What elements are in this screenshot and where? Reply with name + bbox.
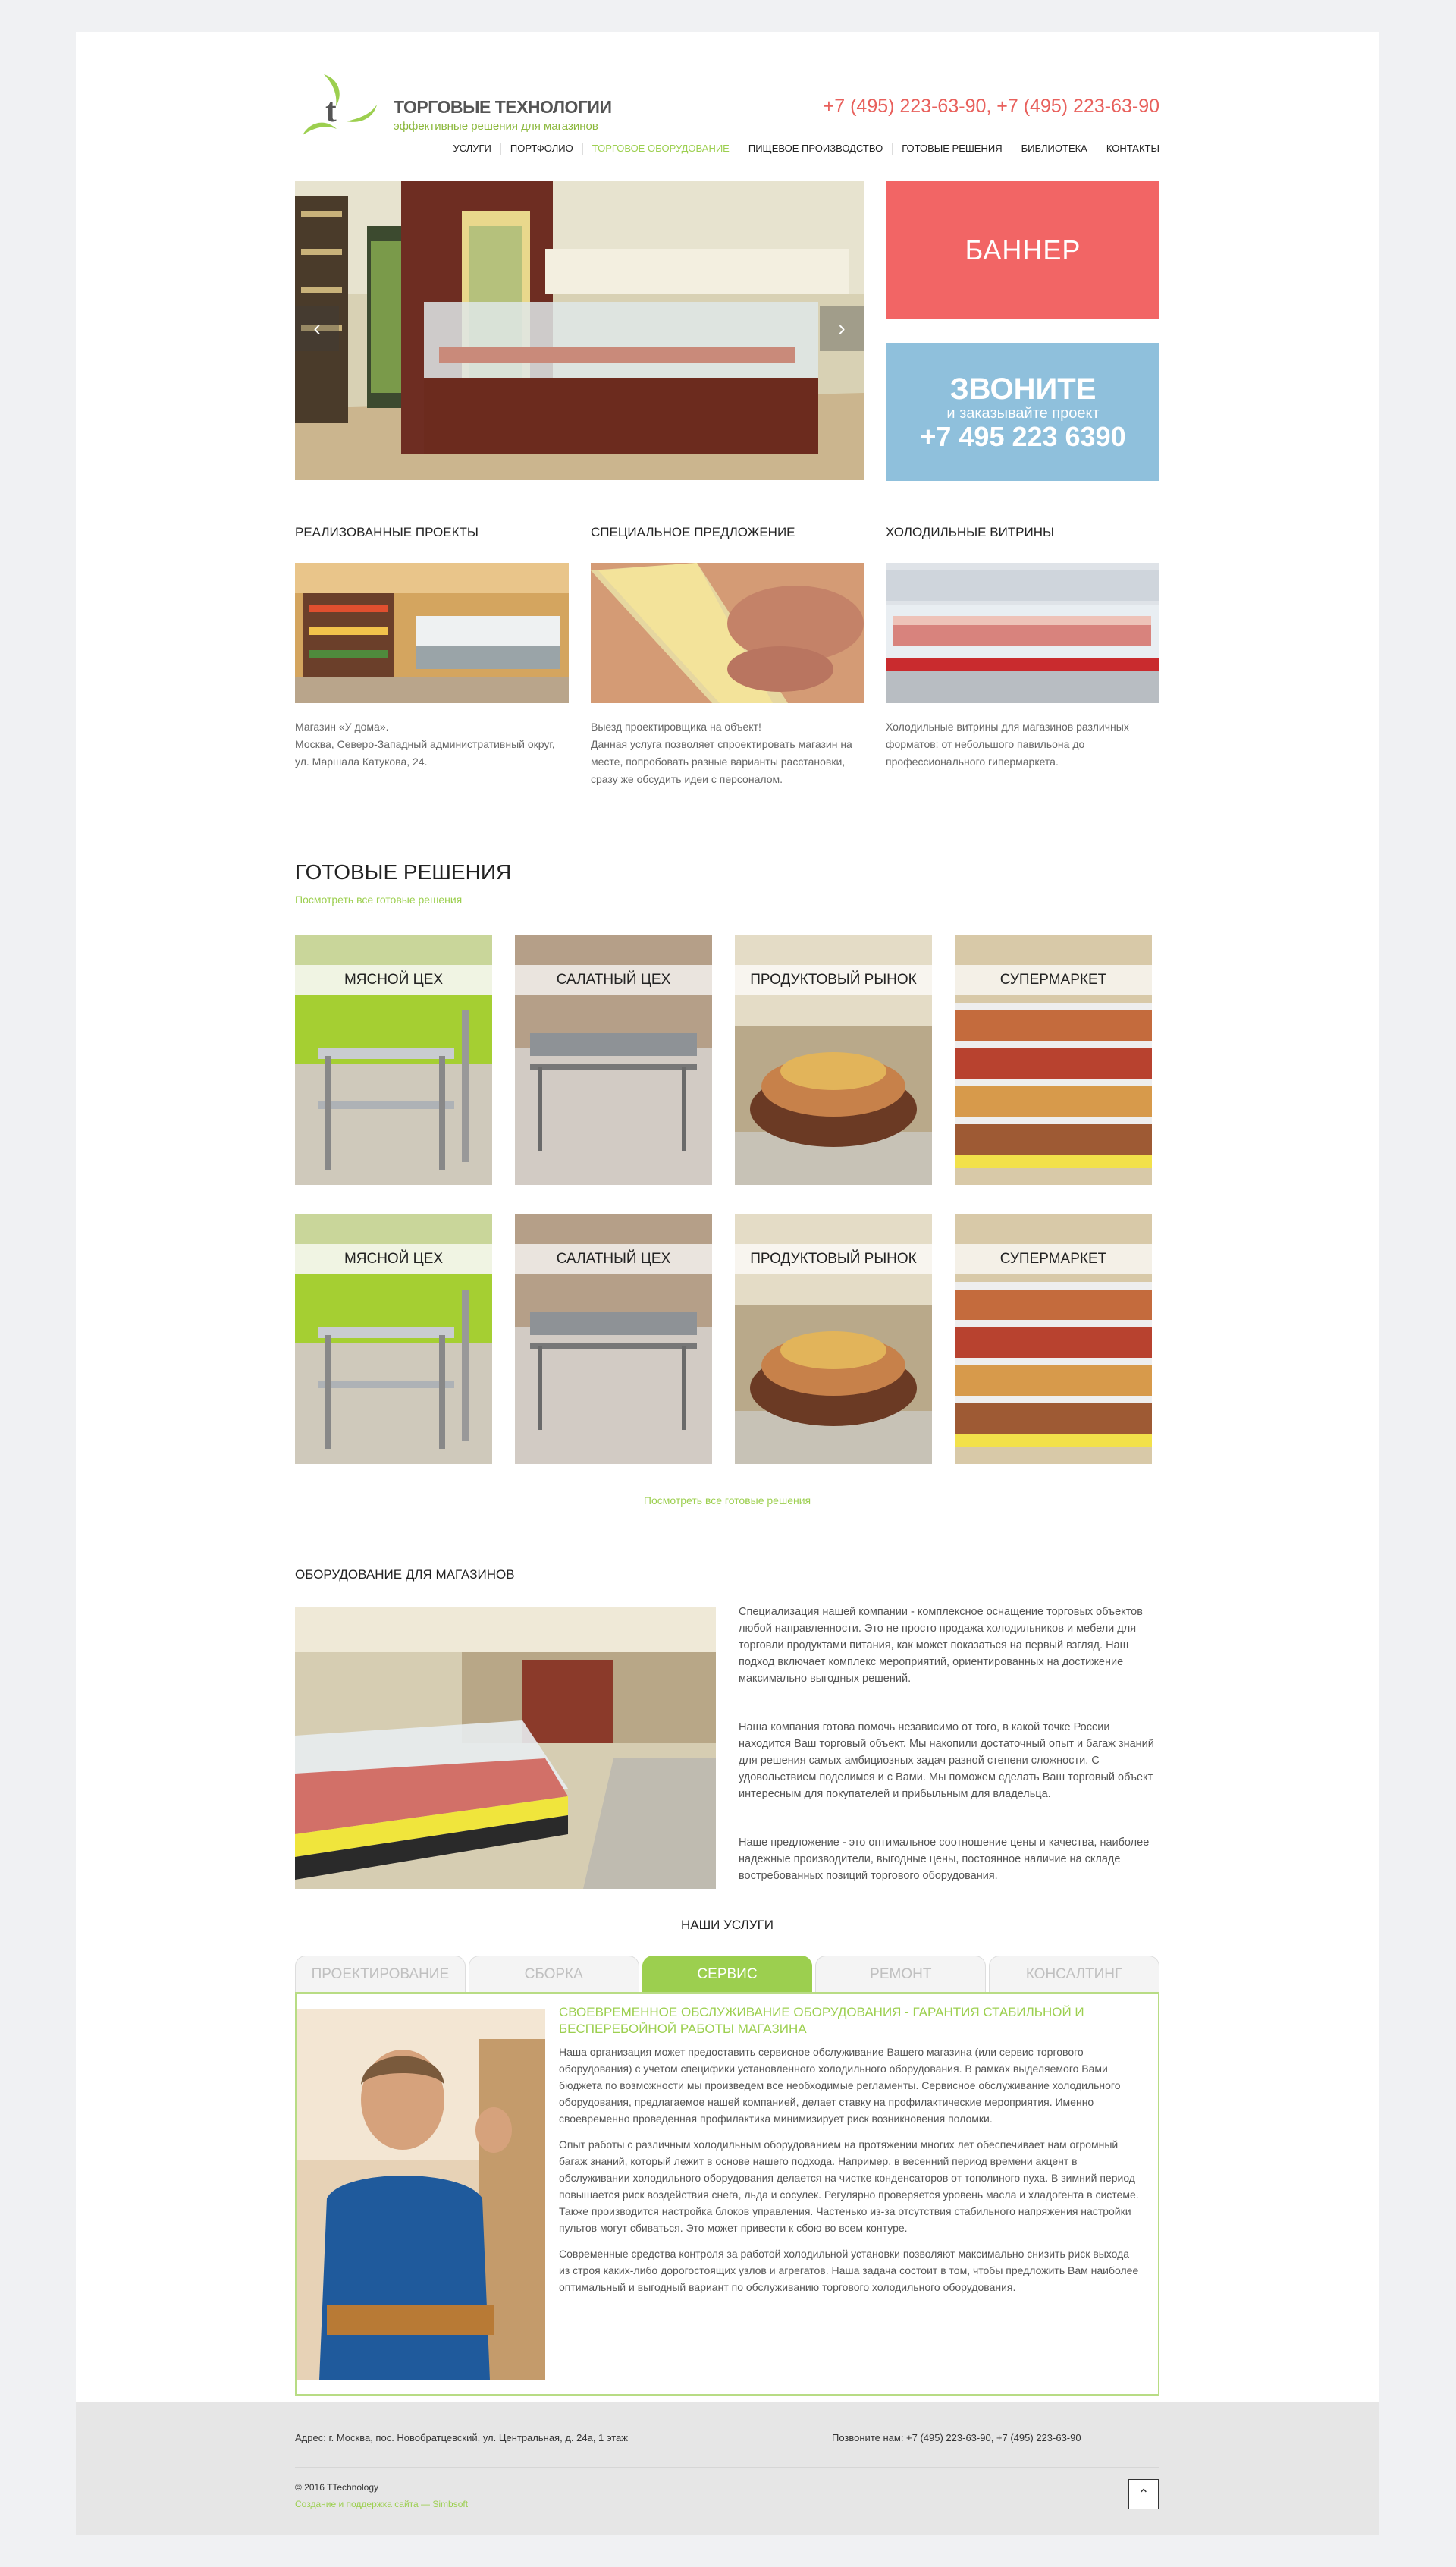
footer: Адрес: г. Москва, пос. Новобратцевский, … — [76, 2402, 1379, 2535]
main-content: ‹ › БАННЕР ЗВОНИТЕ и заказывайте проект … — [295, 32, 1159, 2402]
banner-call-subtitle: и заказывайте проект — [946, 405, 1100, 422]
feature-text: Выезд проектировщика на объект! Данная у… — [591, 721, 852, 785]
tile-label: МЯСНОЙ ЦЕХ — [295, 1244, 492, 1274]
solution-tile-salad[interactable]: САЛАТНЫЙ ЦЕХ — [515, 1214, 712, 1464]
solution-tile-market[interactable]: ПРОДУКТОВЫЙ РЫНОК — [735, 935, 932, 1185]
tile-label: САЛАТНЫЙ ЦЕХ — [515, 965, 712, 995]
equipment-text: Специализация нашей компании - комплексн… — [739, 1604, 1159, 1916]
solution-tile-meat[interactable]: МЯСНОЙ ЦЕХ — [295, 1214, 492, 1464]
footer-developer-link[interactable]: Создание и поддержка сайта — Simbsoft — [295, 2499, 468, 2509]
slider-next-button[interactable]: › — [820, 306, 864, 351]
equipment-title: ОБОРУДОВАНИЕ ДЛЯ МАГАЗИНОВ — [295, 1567, 515, 1582]
solution-tile-meat[interactable]: МЯСНОЙ ЦЕХ — [295, 935, 492, 1185]
service-description: СВОЕВРЕМЕННОЕ ОБСЛУЖИВАНИЕ ОБОРУДОВАНИЯ … — [559, 2004, 1143, 2305]
solution-tile-salad[interactable]: САЛАТНЫЙ ЦЕХ — [515, 935, 712, 1185]
feature-image[interactable] — [295, 563, 569, 703]
footer-divider — [295, 2467, 1159, 2468]
feature-image[interactable] — [886, 563, 1159, 703]
footer-address: Адрес: г. Москва, пос. Новобратцевский, … — [295, 2432, 628, 2443]
feature-text: Магазин «У дома». Москва, Северо-Западны… — [295, 721, 555, 768]
solution-tile-supermarket[interactable]: СУПЕРМАРКЕТ — [955, 935, 1152, 1185]
tab-design[interactable]: ПРОЕКТИРОВАНИЕ — [295, 1956, 466, 1992]
feature-special-offer: СПЕЦИАЛЬНОЕ ПРЕДЛОЖЕНИЕ Выезд проектиров… — [591, 525, 864, 788]
banner-call-phone: +7 495 223 6390 — [920, 421, 1126, 452]
banner-call-title: ЗВОНИТЕ — [949, 372, 1097, 406]
scroll-to-top-button[interactable]: ⌃ — [1128, 2479, 1159, 2509]
tab-assembly[interactable]: СБОРКА — [468, 1956, 639, 1992]
footer-phone[interactable]: Позвоните нам: +7 (495) 223-63-90, +7 (4… — [832, 2432, 1081, 2443]
tile-label: ПРОДУКТОВЫЙ РЫНОК — [735, 965, 932, 995]
solutions-title: ГОТОВЫЕ РЕШЕНИЯ — [295, 860, 512, 884]
hero-slider[interactable]: ‹ › — [295, 181, 864, 480]
tab-service[interactable]: СЕРВИС — [642, 1956, 813, 1992]
service-paragraph: Современные средства контроля за работой… — [559, 2248, 1139, 2293]
tab-repair[interactable]: РЕМОНТ — [815, 1956, 987, 1992]
services-tab-panel: СВОЕВРЕМЕННОЕ ОБСЛУЖИВАНИЕ ОБОРУДОВАНИЯ … — [295, 1992, 1159, 2396]
services-title: НАШИ УСЛУГИ — [680, 1918, 774, 1932]
service-paragraph: Наша организация может предоставить серв… — [559, 2046, 1121, 2125]
equipment-paragraph: Наше предложение - это оптимальное соотн… — [739, 1836, 1150, 1882]
feature-title[interactable]: СПЕЦИАЛЬНОЕ ПРЕДЛОЖЕНИЕ — [591, 525, 864, 555]
solution-tile-supermarket[interactable]: СУПЕРМАРКЕТ — [955, 1214, 1152, 1464]
services-tabs: ПРОЕКТИРОВАНИЕ СБОРКА СЕРВИС РЕМОНТ КОНС… — [295, 1956, 1159, 1992]
feature-projects: РЕАЛИЗОВАННЫЕ ПРОЕКТЫ Магазин «У дома». … — [295, 525, 569, 771]
banner-call[interactable]: ЗВОНИТЕ и заказывайте проект +7 495 223 … — [886, 343, 1159, 481]
equipment-paragraph: Специализация нашей компании - комплексн… — [739, 1606, 1143, 1685]
tile-label: САЛАТНЫЙ ЦЕХ — [515, 1244, 712, 1274]
tile-label: ПРОДУКТОВЫЙ РЫНОК — [735, 1244, 932, 1274]
feature-fridge-showcases: ХОЛОДИЛЬНЫЕ ВИТРИНЫ Холодильные витрины … — [886, 525, 1159, 771]
tile-label: МЯСНОЙ ЦЕХ — [295, 965, 492, 995]
tile-label: СУПЕРМАРКЕТ — [955, 1244, 1152, 1274]
slider-image — [295, 181, 864, 480]
page: t ТОРГОВЫЕ ТЕХНОЛОГИИ эффективные решени… — [76, 32, 1379, 2535]
feature-title[interactable]: ХОЛОДИЛЬНЫЕ ВИТРИНЫ — [886, 525, 1159, 555]
feature-text: Холодильные витрины для магазинов различ… — [886, 721, 1129, 768]
solution-tile-market[interactable]: ПРОДУКТОВЫЙ РЫНОК — [735, 1214, 932, 1464]
service-paragraph: Опыт работы с различным холодильным обор… — [559, 2138, 1139, 2234]
feature-image[interactable] — [591, 563, 864, 703]
tile-label: СУПЕРМАРКЕТ — [955, 965, 1152, 995]
solutions-link-top[interactable]: Посмотреть все готовые решения — [295, 894, 462, 906]
banner-red[interactable]: БАННЕР — [886, 181, 1159, 319]
feature-title[interactable]: РЕАЛИЗОВАННЫЕ ПРОЕКТЫ — [295, 525, 569, 555]
service-heading: СВОЕВРЕМЕННОЕ ОБСЛУЖИВАНИЕ ОБОРУДОВАНИЯ … — [559, 2005, 1084, 2036]
footer-copyright: © 2016 TTechnology — [295, 2482, 379, 2493]
tab-consulting[interactable]: КОНСАЛТИНГ — [989, 1956, 1159, 1992]
equipment-paragraph: Наша компания готова помочь независимо о… — [739, 1721, 1154, 1800]
solutions-link-bottom[interactable]: Посмотреть все готовые решения — [295, 1494, 1159, 1507]
service-technician-photo — [297, 2009, 545, 2380]
equipment-image — [295, 1607, 716, 1889]
slider-prev-button[interactable]: ‹ — [295, 306, 339, 351]
